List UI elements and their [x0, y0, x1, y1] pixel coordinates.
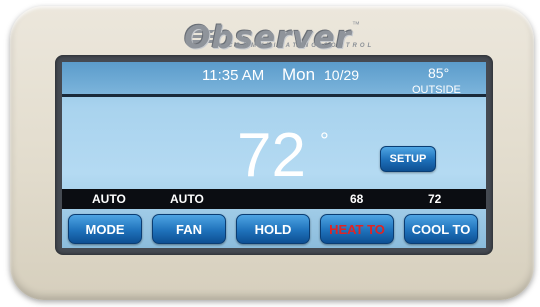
setup-button[interactable]: SETUP — [380, 146, 436, 172]
brand-tagline: COMMUNICATING CONTROL — [228, 43, 375, 49]
heat-setpoint-value: 68 — [350, 192, 364, 206]
current-temperature: 72 — [237, 121, 306, 190]
clock-date: 10/29 — [324, 67, 360, 83]
fan-value: AUTO — [170, 192, 204, 206]
heat-to-button[interactable]: HEAT TO — [320, 214, 394, 244]
mode-button[interactable]: MODE — [68, 214, 142, 244]
clock-day: Mon — [282, 65, 316, 84]
brand-logo: Observer™ — [10, 20, 534, 56]
fan-button[interactable]: FAN — [152, 214, 226, 244]
status-bar: AUTO AUTO 68 72 — [62, 189, 486, 209]
cool-setpoint-value: 72 — [428, 192, 442, 206]
thermostat-screen: 11:35 AM Mon 10/29 85° OUTSIDE 72 ° SETU… — [62, 62, 486, 248]
brand-trademark: ™ — [351, 20, 360, 29]
mode-value: AUTO — [92, 192, 126, 206]
brand-name: Observer — [184, 20, 352, 56]
outside-label: OUTSIDE — [412, 84, 461, 96]
cool-to-button[interactable]: COOL TO — [404, 214, 478, 244]
clock-time: 11:35 AM — [202, 67, 265, 84]
hold-button[interactable]: HOLD — [236, 214, 310, 244]
outside-temperature: 85° — [428, 65, 450, 81]
degree-symbol: ° — [320, 128, 329, 153]
